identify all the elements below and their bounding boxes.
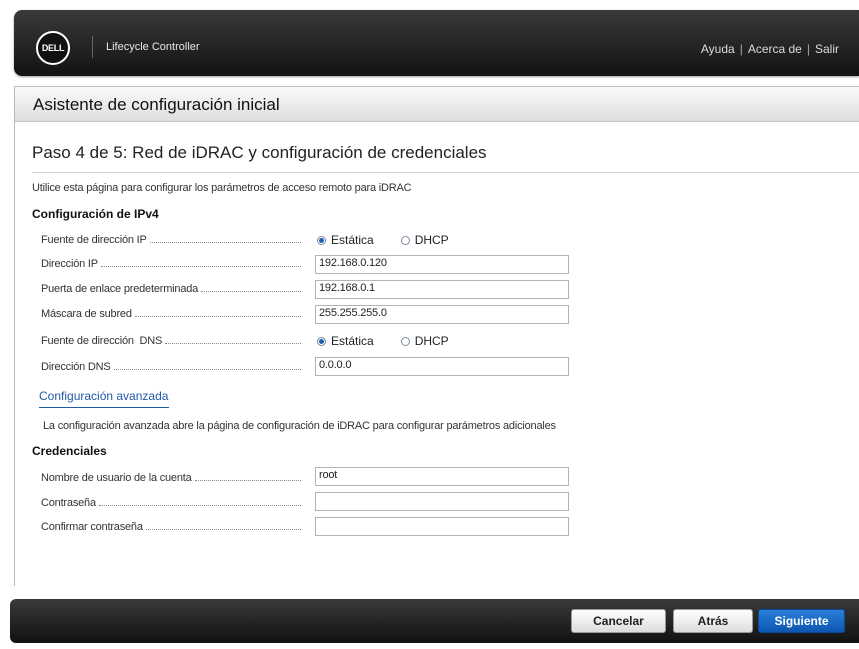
advanced-config-note: La configuración avanzada abre la página… [43,420,556,432]
content-panel: Asistente de configuración inicial Paso … [14,86,859,586]
radio-selected-icon [317,336,326,346]
header-divider [92,36,93,58]
radio-unselected-icon [400,336,410,346]
dns-source-row: Fuente de dirección DNS [41,333,301,347]
password-row: Contraseña [41,495,301,509]
ip-source-label: Fuente de dirección IP [41,234,147,246]
help-link[interactable]: Ayuda [701,42,735,56]
top-bar: DELL Lifecycle Controller Ayuda | Acerca d… [14,10,859,76]
subnet-label: Máscara de subred [41,308,132,320]
username-input[interactable]: root [315,467,569,486]
dns-address-input[interactable]: 0.0.0.0 [315,357,569,376]
ip-source-static-radio[interactable]: Estática [317,233,374,247]
subnet-input[interactable]: 255.255.255.0 [315,305,569,324]
step-title: Paso 4 de 5: Red de iDRAC y configuració… [32,143,487,162]
dns-address-label: Dirección DNS [41,361,111,373]
ip-source-row: Fuente de dirección IP [41,232,301,246]
dns-source-label: Fuente de dirección DNS [41,335,163,347]
password-label: Contraseña [41,497,96,509]
radio-label: DHCP [414,334,449,348]
radio-unselected-icon [400,235,410,245]
ip-source-radio-group: Estática DHCP [317,233,449,247]
credentials-heading: Credenciales [32,444,107,458]
divider [32,172,859,173]
link-underline [39,407,169,408]
gateway-input[interactable]: 192.168.0.1 [315,280,569,299]
leader-dots [145,529,301,530]
gateway-row: Puerta de enlace predeterminada [41,281,301,295]
dns-source-radio-group: Estática DHCP [317,334,449,348]
radio-label: Estática [331,233,374,247]
header-links: Ayuda | Acerca de | Salir [701,42,839,56]
leader-dots [134,316,301,317]
wizard-header: Asistente de configuración inicial [15,86,859,122]
next-button[interactable]: Siguiente [758,609,845,633]
ip-address-label: Dirección IP [41,258,98,270]
exit-link[interactable]: Salir [815,42,839,56]
ip-address-input[interactable]: 192.168.0.120 [315,255,569,274]
dns-source-dhcp-radio[interactable]: DHCP [400,334,449,348]
leader-dots [165,343,301,344]
leader-dots [201,291,301,292]
password-input[interactable] [315,492,569,511]
username-label: Nombre de usuario de la cuenta [41,472,192,484]
about-link[interactable]: Acerca de [748,42,802,56]
dns-source-static-radio[interactable]: Estática [317,334,374,348]
confirm-password-row: Confirmar contraseña [41,519,301,533]
logo-text: DELL [41,43,65,53]
dell-logo-icon: DELL [36,31,70,65]
ip-source-dhcp-radio[interactable]: DHCP [400,233,449,247]
radio-label: DHCP [414,233,449,247]
ip-address-row: Dirección IP [41,256,301,270]
subnet-row: Máscara de subred [41,306,301,320]
confirm-password-input[interactable] [315,517,569,536]
leader-dots [100,266,301,267]
ipv4-heading: Configuración de IPv4 [32,207,159,221]
bottom-bar: Cancelar Atrás Siguiente [10,599,859,643]
leader-dots [113,369,301,370]
leader-dots [98,505,301,506]
username-row: Nombre de usuario de la cuenta [41,470,301,484]
back-button[interactable]: Atrás [673,609,753,633]
confirm-password-label: Confirmar contraseña [41,521,143,533]
leader-dots [149,242,301,243]
cancel-button[interactable]: Cancelar [571,609,666,633]
leader-dots [194,480,301,481]
radio-label: Estática [331,334,374,348]
gateway-label: Puerta de enlace predeterminada [41,283,199,295]
intro-text: Utilice esta página para configurar los … [32,182,412,194]
wizard-title: Asistente de configuración inicial [33,95,280,114]
radio-selected-icon [317,235,326,245]
link-separator: | [739,42,743,56]
advanced-config-link[interactable]: Configuración avanzada [39,389,168,403]
app-title: Lifecycle Controller [106,41,200,53]
link-separator: | [806,42,810,56]
dns-address-row: Dirección DNS [41,359,301,373]
